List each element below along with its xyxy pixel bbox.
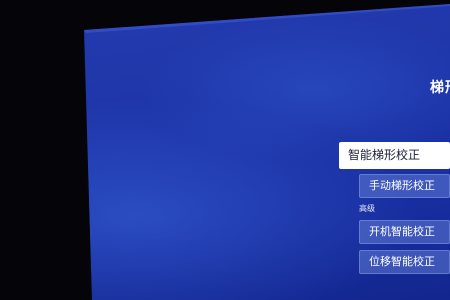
photo-scene: 梯形 智能梯形校正 手动梯形校正 高级 开机智能校正 位移智能校正 bbox=[0, 0, 450, 300]
smart-keystone-option[interactable]: 智能梯形校正 bbox=[339, 142, 450, 169]
manual-keystone-option[interactable]: 手动梯形校正 bbox=[359, 174, 450, 198]
displacement-smart-correction-option[interactable]: 位移智能校正 bbox=[359, 250, 450, 274]
boot-smart-correction-option[interactable]: 开机智能校正 bbox=[359, 220, 450, 244]
advanced-section-label: 高级 bbox=[359, 204, 375, 213]
panel-title: 梯形 bbox=[430, 80, 450, 96]
